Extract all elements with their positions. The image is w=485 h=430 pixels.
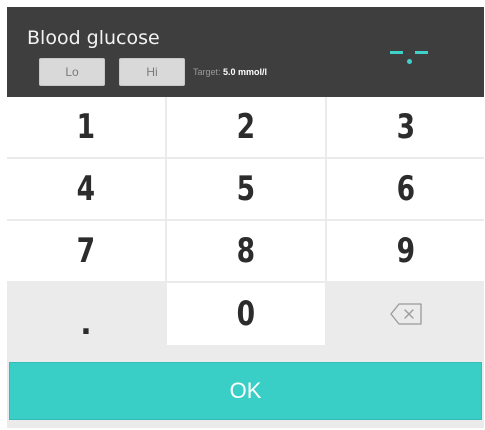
key-4[interactable]: 4 bbox=[7, 159, 167, 221]
glucose-entry-panel: Blood glucose Lo Hi Target: 5.0 mmol/l 1… bbox=[7, 7, 484, 428]
key-0-label: 0 bbox=[236, 294, 256, 334]
target-text: Target: 5.0 mmol/l bbox=[193, 65, 267, 79]
page-title: Blood glucose bbox=[27, 27, 160, 49]
key-8-label: 8 bbox=[236, 231, 256, 271]
key-0[interactable]: 0 bbox=[167, 283, 327, 347]
key-7[interactable]: 7 bbox=[7, 221, 167, 283]
key-4-label: 4 bbox=[76, 169, 96, 209]
header: Blood glucose Lo Hi Target: 5.0 mmol/l bbox=[7, 7, 484, 97]
display-dash-right bbox=[415, 51, 428, 54]
key-3-label: 3 bbox=[396, 107, 415, 147]
key-1-label: 1 bbox=[76, 107, 96, 147]
target-value: 5.0 mmol/l bbox=[223, 67, 268, 77]
target-label: Target: bbox=[193, 67, 221, 77]
key-5-label: 5 bbox=[236, 169, 256, 209]
key-6[interactable]: 6 bbox=[327, 159, 484, 221]
ok-button[interactable]: OK bbox=[9, 362, 482, 420]
hi-button[interactable]: Hi bbox=[119, 58, 185, 86]
key-8[interactable]: 8 bbox=[167, 221, 327, 283]
key-decimal-label: . bbox=[80, 306, 92, 342]
key-7-label: 7 bbox=[76, 231, 96, 271]
display-decimal-dot bbox=[407, 59, 412, 64]
key-9[interactable]: 9 bbox=[327, 221, 484, 283]
key-6-label: 6 bbox=[396, 169, 415, 209]
value-display bbox=[385, 45, 433, 67]
key-2[interactable]: 2 bbox=[167, 97, 327, 159]
key-2-label: 2 bbox=[236, 107, 256, 147]
backspace-button[interactable] bbox=[327, 283, 484, 347]
key-decimal[interactable]: . bbox=[7, 283, 167, 347]
key-5[interactable]: 5 bbox=[167, 159, 327, 221]
key-3[interactable]: 3 bbox=[327, 97, 484, 159]
backspace-icon bbox=[389, 303, 422, 325]
key-9-label: 9 bbox=[396, 231, 415, 271]
lo-button[interactable]: Lo bbox=[39, 58, 105, 86]
key-1[interactable]: 1 bbox=[7, 97, 167, 159]
display-dash-left bbox=[390, 51, 403, 54]
numeric-keypad: 1 2 3 4 5 6 7 8 9 . 0 bbox=[7, 97, 484, 347]
